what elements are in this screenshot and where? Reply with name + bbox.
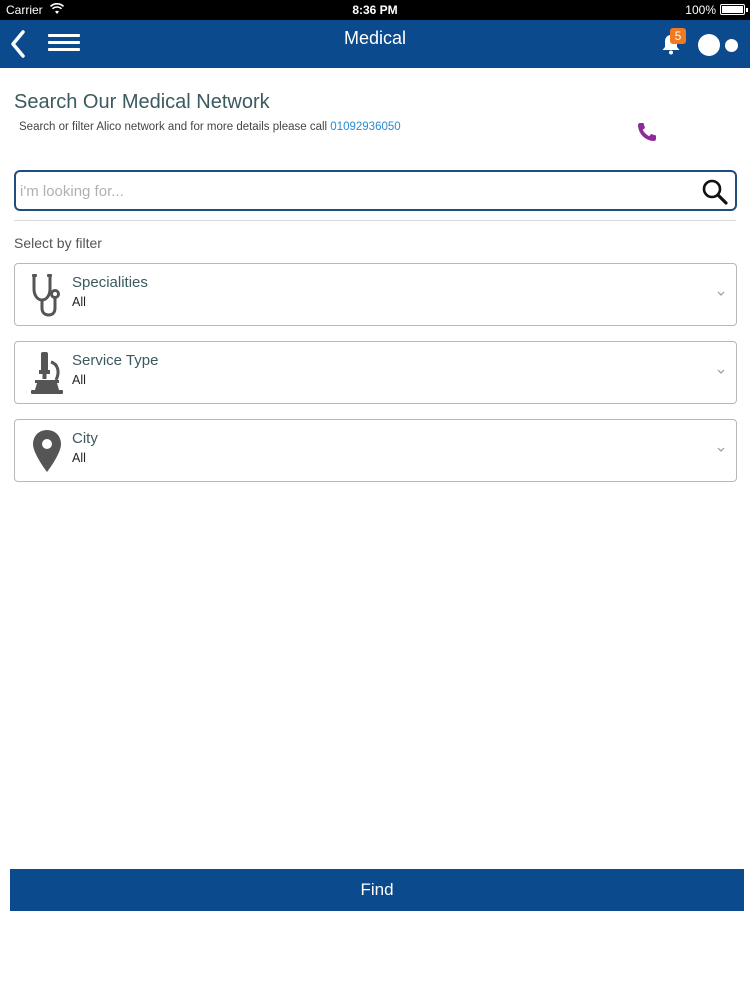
phone-number-link[interactable]: 01092936050 — [330, 121, 400, 133]
chevron-down-icon — [717, 447, 725, 452]
subtitle-text: Search or filter Alico network and for m… — [19, 121, 328, 133]
status-bar: Carrier 8:36 PM 100% — [0, 0, 750, 20]
battery-percentage: 100% — [685, 3, 716, 17]
map-pin-icon — [33, 430, 61, 472]
search-input[interactable] — [20, 178, 690, 204]
page-title: Medical — [343, 28, 407, 48]
city-filter[interactable]: City All — [14, 419, 737, 482]
notification-badge: 5 — [670, 28, 686, 44]
filter-value: All — [72, 451, 86, 465]
microscope-icon — [31, 352, 63, 394]
stethoscope-icon — [32, 274, 60, 317]
filter-label: Select by filter — [14, 235, 102, 251]
filter-title: City — [72, 430, 98, 447]
specialities-filter[interactable]: Specialities All — [14, 263, 737, 326]
page-heading: Search Our Medical Network — [14, 91, 270, 113]
find-button[interactable]: Find — [10, 869, 744, 911]
filter-value: All — [72, 295, 86, 309]
phone-icon[interactable] — [635, 120, 659, 144]
toggle-dots-icon[interactable] — [698, 34, 742, 56]
chevron-down-icon — [717, 369, 725, 374]
nav-bar: Medical 5 — [0, 20, 750, 68]
service-type-filter[interactable]: Service Type All — [14, 341, 737, 404]
filter-title: Specialities — [72, 274, 148, 291]
subtitle: Search or filter Alico network and for m… — [19, 121, 401, 133]
divider — [14, 220, 736, 221]
chevron-down-icon — [717, 291, 725, 296]
battery-icon — [720, 4, 748, 15]
search-box — [14, 170, 737, 211]
status-time: 8:36 PM — [352, 3, 398, 17]
filter-value: All — [72, 373, 86, 387]
filter-title: Service Type — [72, 352, 159, 369]
search-icon[interactable] — [701, 178, 729, 206]
